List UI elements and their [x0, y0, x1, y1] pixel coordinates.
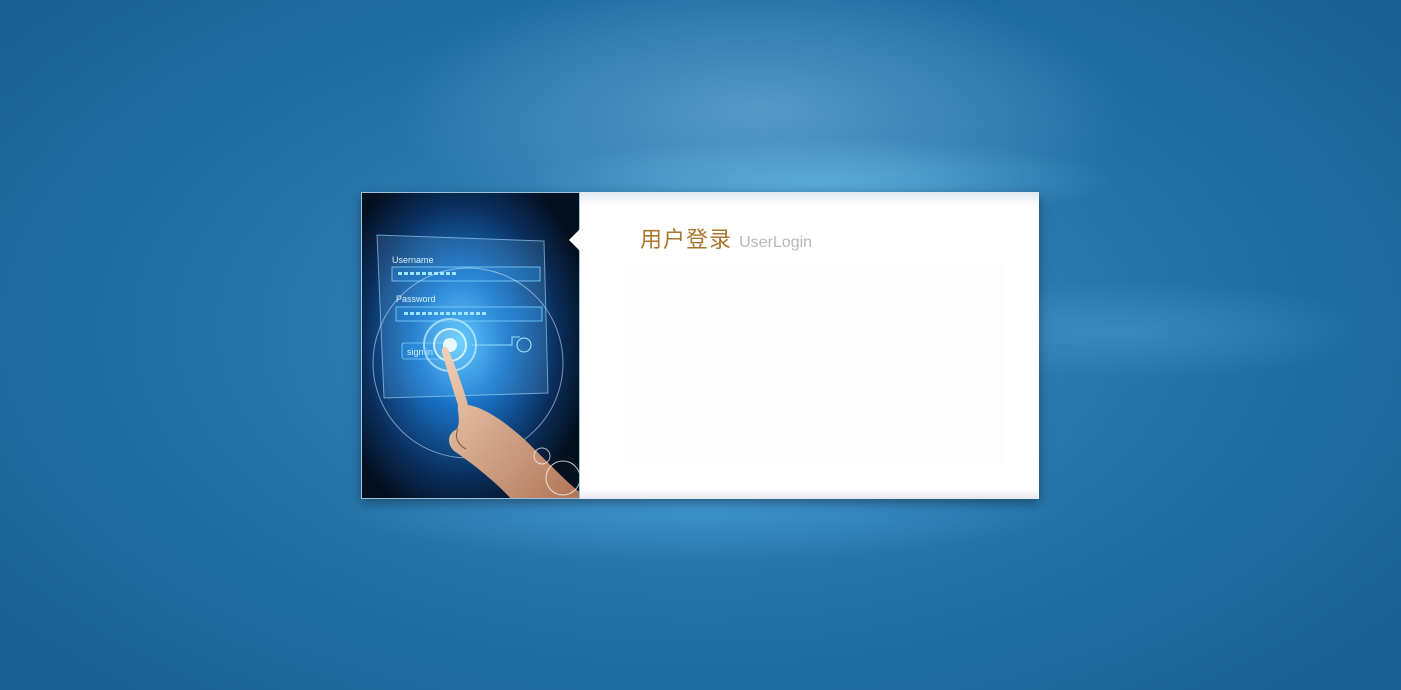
login-title-cn: 用户登录 — [640, 228, 733, 253]
login-form-area — [624, 264, 1002, 464]
login-card: Username Password sign in 用户登录 UserLogin — [361, 192, 1039, 499]
login-title: 用户登录 UserLogin — [640, 222, 812, 254]
hero-username-label: Username — [392, 255, 434, 265]
card-notch — [569, 229, 580, 251]
card-top-shade — [580, 192, 1039, 206]
card-bottom-shade — [580, 489, 1039, 499]
hero-image: Username Password sign in — [361, 192, 580, 499]
login-title-en: UserLogin — [739, 234, 813, 251]
hero-password-label: Password — [396, 294, 436, 304]
